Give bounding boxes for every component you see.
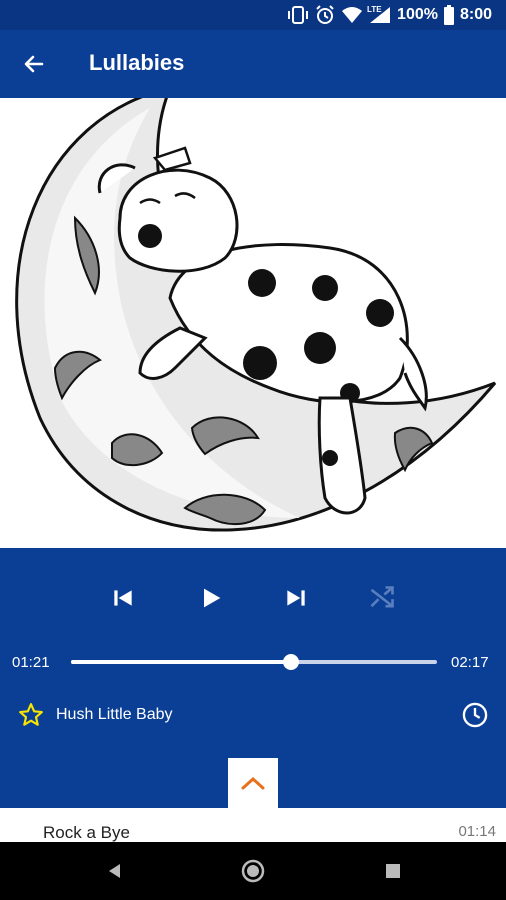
square-recents-icon <box>386 864 400 878</box>
status-bar: LTE 100% 8:00 <box>0 0 506 30</box>
player-controls: 01:21 02:17 Hush Little Baby <box>0 548 506 758</box>
battery-percent: 100% <box>397 6 438 23</box>
skip-previous-icon <box>114 590 132 606</box>
shuffle-button[interactable] <box>360 576 404 620</box>
total-duration: 02:17 <box>451 654 489 671</box>
signal-icon: LTE <box>367 5 391 24</box>
nav-recents-button[interactable] <box>378 856 408 886</box>
arrow-left-icon <box>24 55 44 73</box>
alarm-icon <box>316 5 334 24</box>
track-duration: 01:14 <box>458 823 496 840</box>
shuffle-icon <box>370 586 394 608</box>
track-title: Rock a Bye <box>43 823 130 842</box>
network-type: LTE <box>367 5 382 14</box>
playlist-expand-button[interactable] <box>228 758 278 808</box>
play-button[interactable] <box>189 576 233 620</box>
star-icon <box>19 703 43 726</box>
sleep-timer-button[interactable] <box>461 701 489 734</box>
clock: 8:00 <box>459 6 492 23</box>
skip-next-icon <box>287 590 305 606</box>
back-button[interactable] <box>14 44 54 84</box>
vibrate-icon <box>288 6 309 24</box>
skip-next-button[interactable] <box>274 576 318 620</box>
battery-icon <box>443 5 454 25</box>
wifi-icon <box>342 7 363 23</box>
status-icons: LTE 100% 8:00 <box>287 0 492 30</box>
playlist: Rock a Bye 01:14 <box>0 808 506 842</box>
skip-previous-button[interactable] <box>101 576 145 620</box>
seek-bar-thumb[interactable] <box>282 654 299 670</box>
app-bar: Lullabies <box>0 30 506 98</box>
clock-icon <box>462 702 488 728</box>
system-nav-bar <box>0 842 506 900</box>
nav-home-button[interactable] <box>238 856 268 886</box>
now-playing-title: Hush Little Baby <box>56 706 173 723</box>
page-title: Lullabies <box>89 50 185 75</box>
chevron-up-icon <box>241 776 265 790</box>
seek-bar-progress <box>71 660 291 664</box>
triangle-back-icon <box>109 864 120 878</box>
cow-on-moon-illustration <box>15 98 497 532</box>
favorite-button[interactable] <box>18 702 44 733</box>
album-artwork <box>0 98 506 548</box>
seek-bar[interactable] <box>71 654 437 670</box>
elapsed-time: 01:21 <box>12 654 50 671</box>
nav-back-button[interactable] <box>100 856 130 886</box>
play-icon <box>204 588 221 608</box>
circle-home-icon <box>241 859 265 883</box>
